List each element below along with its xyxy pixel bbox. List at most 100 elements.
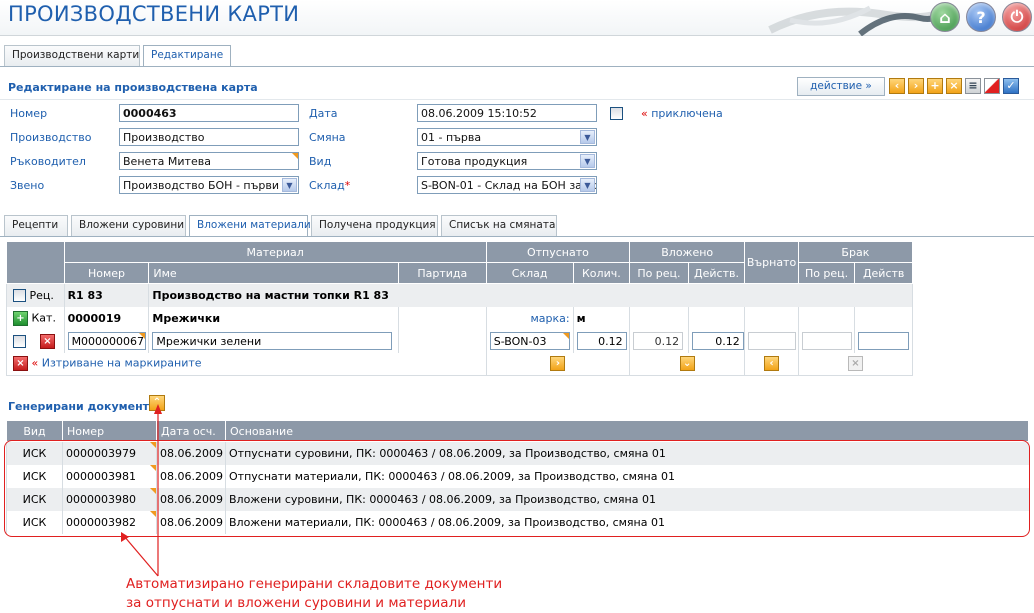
date-field[interactable]: 08.06.2009 15:10:52	[417, 104, 597, 122]
list-icon[interactable]: ≡	[965, 78, 981, 94]
scrap-header: Брак	[797, 241, 914, 263]
next-icon[interactable]: ›	[908, 78, 924, 94]
item-actual-field[interactable]: 0.12	[691, 332, 744, 350]
tab-materials[interactable]: Вложени материали	[189, 215, 311, 237]
category-number: 0000019	[63, 306, 149, 330]
shift-label: Смяна	[309, 131, 346, 144]
recipe-type-cell: Рец.	[6, 283, 65, 307]
delete-marked-icon[interactable]: ×	[13, 356, 28, 372]
arrow-down-icon[interactable]: ⌄	[679, 356, 695, 372]
required-mark: *	[344, 179, 351, 192]
doc-basis: Отпуснати материали, ПК: 0000463 / 08.06…	[225, 464, 1029, 488]
doc-number[interactable]: 0000003979	[62, 441, 157, 465]
table-row[interactable]: ИСК 0000003981 08.06.2009 Отпуснати мате…	[6, 464, 1029, 488]
category-unit: м	[572, 306, 630, 330]
decorative-brush-graphic	[768, 4, 950, 36]
recipe-checkbox[interactable]	[13, 289, 26, 302]
tab-shift-list[interactable]: Списък на смяната	[441, 215, 557, 236]
app-header: ПРОИЗВОДСТВЕНИ КАРТИ ⌂ ? ⏻	[0, 0, 1034, 36]
doc-type: ИСК	[6, 487, 63, 511]
item-name-field[interactable]: Мрежички зелени	[152, 332, 393, 350]
chevron-down-icon[interactable]: ▼	[580, 178, 595, 192]
empty-cell	[744, 306, 799, 330]
arrow-left-icon[interactable]: ‹	[764, 356, 780, 372]
select-column-header	[6, 241, 65, 284]
item-checkbox[interactable]	[13, 334, 26, 348]
chevron-down-icon[interactable]: ▼	[282, 178, 297, 192]
shift-select[interactable]: 01 - първа ▼	[417, 128, 597, 146]
chevron-down-icon[interactable]: ▼	[580, 130, 595, 144]
returned-header: Върнато	[744, 241, 799, 284]
section-title: Редактиране на производствена карта	[8, 81, 258, 94]
item-actions-cell: ×	[6, 329, 65, 353]
home-icon[interactable]: ⌂	[930, 2, 960, 32]
completed-checkbox[interactable]	[610, 107, 623, 120]
table-row[interactable]: ИСК 0000003980 08.06.2009 Вложени сурови…	[6, 487, 1029, 511]
doc-basis: Отпуснати суровини, ПК: 0000463 / 08.06.…	[225, 441, 1029, 465]
item-row: × M000000067 Мрежички зелени S-BON-03 0.…	[6, 329, 913, 353]
empty-cell	[854, 306, 913, 330]
table-row[interactable]: ИСК 0000003982 08.06.2009 Вложени матери…	[6, 510, 1029, 534]
item-number-cell: M000000067	[63, 329, 149, 353]
item-scrap-actual-field[interactable]	[858, 332, 910, 350]
check-icon[interactable]: ✓	[1003, 78, 1019, 94]
app-title: ПРОИЗВОДСТВЕНИ КАРТИ	[8, 2, 300, 26]
col-doc-date: Дата осч.	[156, 420, 226, 442]
production-field[interactable]: Производство	[119, 128, 299, 146]
delete-icon[interactable]: ×	[40, 333, 55, 349]
type-select[interactable]: Готова продукция ▼	[417, 152, 597, 170]
flag-icon[interactable]	[984, 78, 1000, 94]
add-icon[interactable]: +	[927, 78, 943, 94]
warehouse-label: Склад*	[309, 179, 350, 192]
chevron-down-icon[interactable]: ▼	[580, 154, 595, 168]
type-label: Вид	[309, 155, 332, 168]
col-qty: Колич.	[572, 262, 631, 284]
empty-cell	[797, 306, 855, 330]
tab-raw-materials[interactable]: Вложени суровини	[71, 215, 186, 236]
warehouse-select[interactable]: S-BON-01 - Склад на БОН за пр ▼	[417, 176, 597, 194]
doc-number[interactable]: 0000003980	[62, 487, 157, 511]
unit-value: Производство БОН - първи це	[123, 179, 297, 192]
doc-date: 08.06.2009	[156, 510, 226, 534]
help-icon[interactable]: ?	[966, 2, 996, 32]
col-doc-number: Номер	[62, 420, 157, 442]
delete-marked-link[interactable]: Изтриване на маркираните	[42, 357, 202, 370]
item-scrap-recipe-cell	[797, 329, 855, 353]
add-icon[interactable]: +	[13, 310, 28, 326]
col-scrap-per-recipe: По рец.	[797, 262, 856, 284]
doc-type: ИСК	[6, 464, 63, 488]
tab-received-products[interactable]: Получена продукция	[311, 215, 438, 236]
item-warehouse-field[interactable]: S-BON-03	[489, 332, 570, 350]
completed-prefix: «	[641, 107, 648, 120]
col-warehouse: Склад	[485, 262, 574, 284]
arrow-right-icon[interactable]: ›	[550, 356, 566, 372]
item-qty-field[interactable]: 0.12	[576, 332, 627, 350]
tab-production-cards[interactable]: Производствени карти	[4, 45, 140, 66]
unit-select[interactable]: Производство БОН - първи це ▼	[119, 176, 299, 194]
recipe-type: Рец.	[29, 288, 54, 302]
table-row[interactable]: ИСК 0000003979 08.06.2009 Отпуснати суро…	[6, 441, 1029, 465]
action-button[interactable]: действие »	[797, 77, 885, 96]
generated-docs-table: Вид Номер Дата осч. Основание ИСК 000000…	[6, 420, 1029, 534]
manager-label: Ръководител	[10, 155, 86, 168]
doc-number[interactable]: 0000003981	[62, 464, 157, 488]
doc-number[interactable]: 0000003982	[62, 510, 157, 534]
delete-icon[interactable]: ×	[946, 78, 962, 94]
tab-recipes[interactable]: Рецепти	[4, 215, 68, 236]
item-warehouse-cell: S-BON-03	[485, 329, 574, 353]
bulk-actions-row: × « Изтриване на маркираните › ⌄ ‹ ×	[6, 352, 913, 376]
col-batch: Партида	[397, 262, 487, 284]
subtab-divider	[0, 236, 1034, 237]
manager-field[interactable]: Венета Митева	[119, 152, 299, 170]
tab-edit[interactable]: Редактиране	[143, 45, 231, 67]
first-icon[interactable]: ‹	[889, 78, 905, 94]
item-actual-cell: 0.12	[687, 329, 745, 353]
number-field[interactable]: 0000463	[119, 104, 299, 122]
item-number-field[interactable]: M000000067	[67, 332, 146, 350]
power-icon[interactable]: ⏻	[1002, 2, 1032, 32]
col-doc-basis: Основание	[225, 420, 1029, 442]
recipe-name: Производство на мастни топки R1 83	[148, 283, 913, 307]
collapse-icon[interactable]: ⌃	[149, 395, 165, 411]
use-all-cell: ⌄	[629, 352, 745, 376]
item-per-recipe-cell: 0.12	[629, 329, 689, 353]
